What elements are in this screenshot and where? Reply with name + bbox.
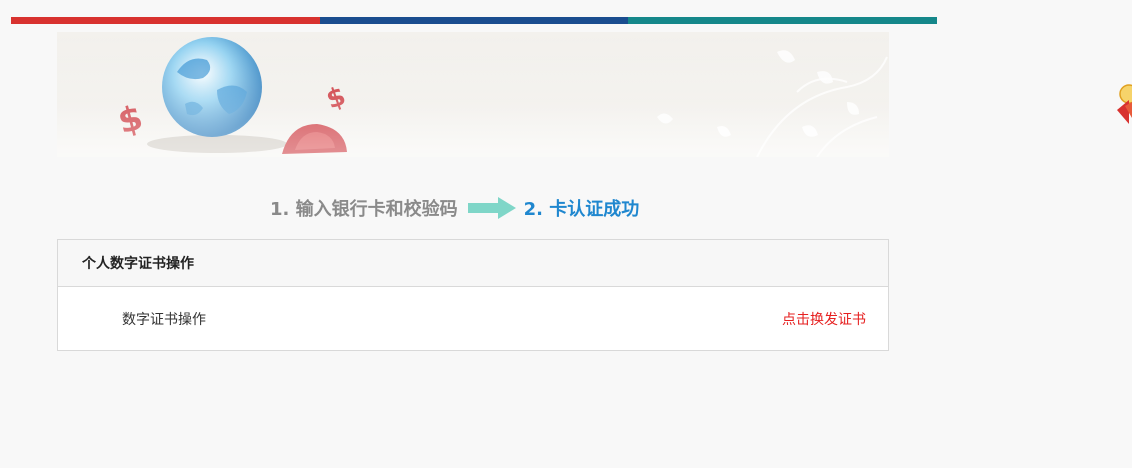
certificate-operation-label: 数字证书操作 [122,312,206,328]
floating-badge[interactable] [1113,84,1132,128]
reissue-certificate-link[interactable]: 点击换发证书 [782,309,866,329]
stripe-teal [628,17,938,24]
panel-title: 个人数字证书操作 [82,256,194,272]
top-color-stripe [11,17,938,24]
right-arrow-icon [467,197,516,219]
step-indicator: 1. 输入银行卡和校验码 2. 卡认证成功 [270,194,639,222]
stripe-blue [319,17,629,24]
step-2-label: 2. 卡认证成功 [523,199,640,220]
banner-image: $ $ [57,32,889,157]
floating-badge-icon [1117,84,1132,124]
table-row: 数字证书操作 点击换发证书 [58,287,888,351]
panel-header: 个人数字证书操作 [58,240,888,287]
globe-dollar-banner-icon: $ $ [57,32,889,157]
certificate-panel: 个人数字证书操作 数字证书操作 点击换发证书 [57,239,889,351]
step-1-label: 1. 输入银行卡和校验码 [270,199,458,220]
stripe-red [11,17,320,24]
